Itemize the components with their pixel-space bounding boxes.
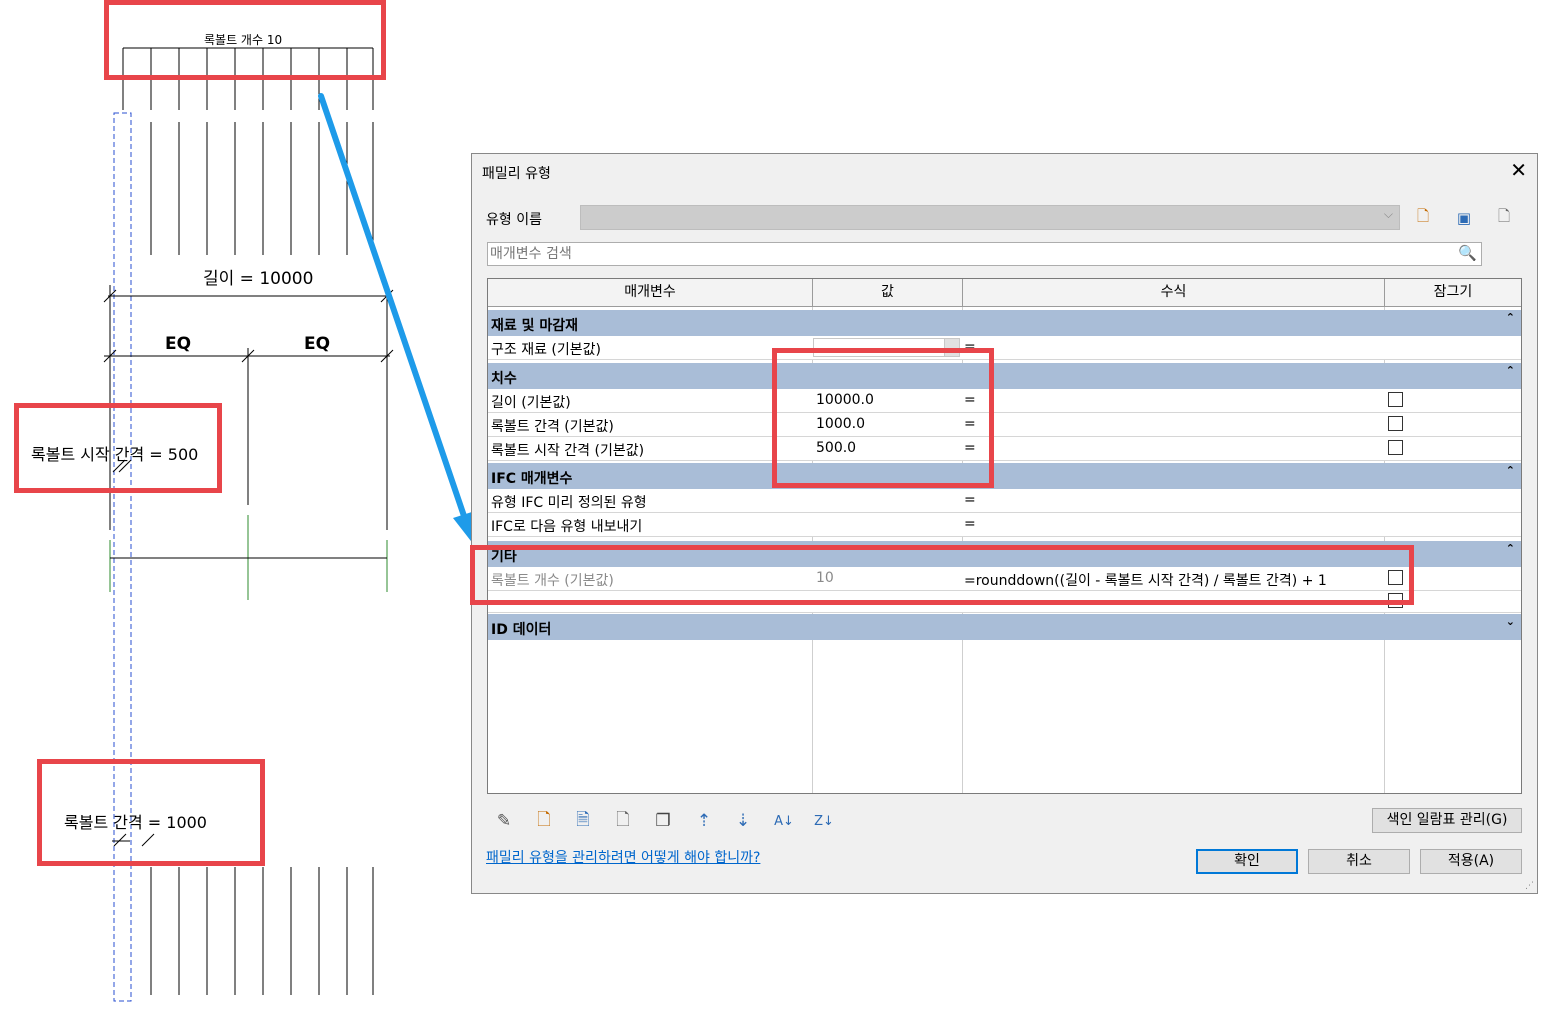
column-header-value[interactable]: 값	[813, 279, 963, 307]
param-row-bolt-start-spacing[interactable]: 록볼트 시작 간격 (기본값) 500.0 =	[488, 437, 1521, 461]
group-identity-data[interactable]: ID 데이터 ⌄	[488, 614, 1521, 640]
rename-type-icon[interactable]: ▣	[1453, 207, 1475, 229]
param-name: 록볼트 간격 (기본값)	[491, 419, 614, 435]
group-label: 재료 및 마감재	[491, 318, 579, 334]
delete-type-icon[interactable]: 🗋	[1493, 207, 1515, 229]
resize-grip-icon[interactable]: ⋰	[1525, 881, 1534, 891]
group-materials[interactable]: 재료 및 마감재 ⌃	[488, 310, 1521, 336]
column-header-parameter[interactable]: 매개변수	[488, 279, 813, 307]
lock-checkbox[interactable]	[1388, 416, 1403, 431]
type-name-label: 유형 이름	[486, 212, 542, 228]
param-row-ifc-export-as[interactable]: IFC로 다음 유형 내보내기 =	[488, 513, 1521, 537]
cancel-button[interactable]: 취소	[1308, 849, 1410, 874]
duplicate-parameter-icon[interactable]: 🗋	[611, 809, 635, 833]
move-down-icon[interactable]: ⇣	[731, 809, 755, 833]
parameter-search-box[interactable]: 🔍	[487, 242, 1482, 266]
param-row-ifc-predefined-type[interactable]: 유형 IFC 미리 정의된 유형 =	[488, 489, 1521, 513]
family-types-dialog: 패밀리 유형 ✕ 유형 이름 ⌵ 🗋 ▣ 🗋 🔍 매개변수 값 수식 잠그기 재…	[471, 153, 1538, 894]
param-formula[interactable]: =	[964, 516, 976, 532]
collapse-icon[interactable]: ⌃	[1506, 542, 1515, 555]
new-parameter-icon[interactable]: 🗋	[532, 809, 556, 833]
group-label: ID 데이터	[491, 622, 552, 638]
eq-left-label: EQ	[165, 334, 192, 354]
param-row-bolt-spacing[interactable]: 록볼트 간격 (기본값) 1000.0 =	[488, 413, 1521, 437]
move-up-icon[interactable]: ⇡	[692, 809, 716, 833]
collapse-icon[interactable]: ⌃	[1506, 311, 1515, 324]
group-ifc[interactable]: IFC 매개변수 ⌃	[488, 463, 1521, 489]
group-label: IFC 매개변수	[491, 471, 573, 487]
lock-checkbox[interactable]	[1388, 440, 1403, 455]
param-formula[interactable]: =	[964, 492, 976, 508]
group-dimensions[interactable]: 치수 ⌃	[488, 363, 1521, 389]
pointer-arrow	[318, 93, 475, 545]
dialog-title: 패밀리 유형	[482, 166, 551, 182]
manage-lookup-tables-button[interactable]: 색인 일람표 관리(G)	[1372, 808, 1522, 833]
param-name: 록볼트 시작 간격 (기본값)	[491, 443, 645, 459]
edit-parameter-icon[interactable]: ✎	[492, 809, 516, 833]
param-name: 유형 IFC 미리 정의된 유형	[491, 495, 647, 511]
param-name: 길이 (기본값)	[491, 395, 571, 411]
copy-icon[interactable]: ❐	[651, 809, 675, 833]
ok-button[interactable]: 확인	[1196, 849, 1298, 874]
column-header-formula[interactable]: 수식	[963, 279, 1385, 307]
lock-checkbox[interactable]	[1388, 392, 1403, 407]
eq-right-label: EQ	[304, 334, 331, 354]
param-row-structural-material[interactable]: 구조 재료 (기본값) =	[488, 336, 1521, 360]
delete-parameter-icon[interactable]: 🗎	[571, 809, 595, 833]
sort-ascending-icon[interactable]: A↓	[772, 809, 796, 833]
highlight-bolt-count	[104, 0, 386, 80]
parameter-search-input[interactable]	[488, 243, 1432, 265]
highlight-start-spacing	[14, 403, 222, 493]
length-dimension-label: 길이 = 10000	[203, 269, 314, 289]
new-type-icon[interactable]: 🗋	[1412, 207, 1434, 229]
chevron-down-icon[interactable]: ⌵	[1384, 207, 1393, 222]
first-bolt-dashed-outline	[113, 112, 132, 1002]
bolt-lines-lower	[150, 867, 374, 995]
close-icon[interactable]: ✕	[1510, 158, 1527, 182]
parameters-grid: 매개변수 값 수식 잠그기 재료 및 마감재 ⌃ 구조 재료 (기본값) = 치…	[487, 278, 1522, 794]
param-name: IFC로 다음 유형 내보내기	[491, 519, 643, 535]
highlight-spacing	[37, 759, 265, 866]
collapse-icon[interactable]: ⌃	[1506, 464, 1515, 477]
collapse-icon[interactable]: ⌃	[1506, 364, 1515, 377]
help-link[interactable]: 패밀리 유형을 관리하려면 어떻게 해야 합니까?	[486, 847, 760, 867]
highlight-bolt-count-formula	[470, 545, 1414, 605]
search-icon[interactable]: 🔍	[1458, 244, 1477, 262]
sort-descending-icon[interactable]: Z↓	[812, 809, 836, 833]
apply-button[interactable]: 적용(A)	[1420, 849, 1522, 874]
highlight-dimension-values	[772, 348, 994, 488]
group-label: 치수	[491, 371, 517, 387]
param-name: 구조 재료 (기본값)	[491, 342, 601, 358]
column-header-lock[interactable]: 잠그기	[1385, 279, 1521, 307]
param-row-length[interactable]: 길이 (기본값) 10000.0 =	[488, 389, 1521, 413]
type-name-combobox[interactable]: ⌵	[580, 205, 1400, 230]
expand-icon[interactable]: ⌄	[1506, 615, 1515, 628]
